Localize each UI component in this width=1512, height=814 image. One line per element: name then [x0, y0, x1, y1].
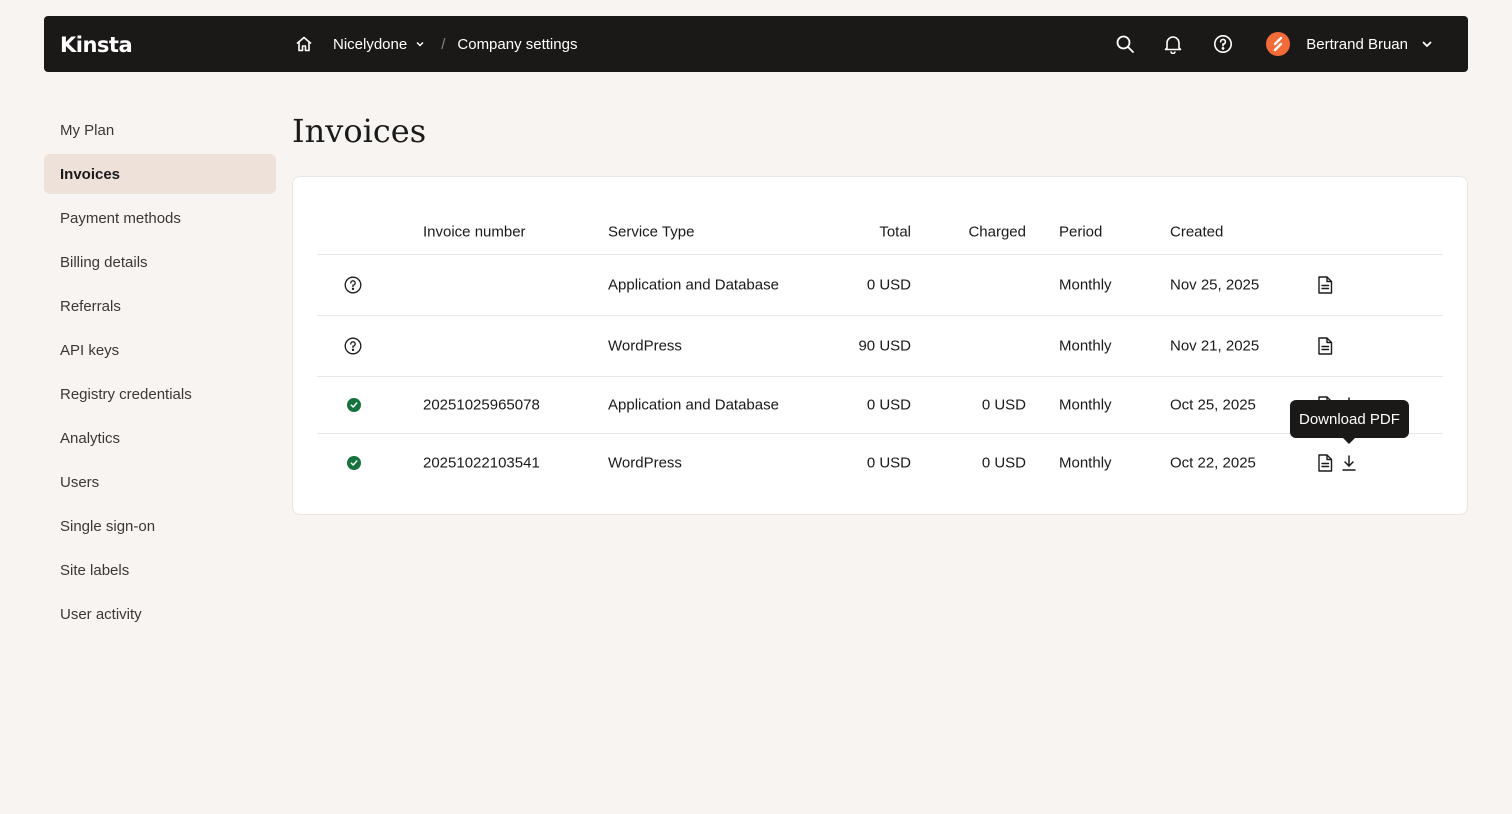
paid-check-icon	[347, 455, 361, 470]
column-header-invoice-number: Invoice number	[423, 223, 526, 240]
table-header: Invoice number Service Type Total Charge…	[317, 209, 1443, 255]
column-header-charged: Charged	[968, 223, 1026, 240]
sidebar-item-api-keys[interactable]: API keys	[44, 330, 276, 370]
invoice-total: 0 USD	[866, 276, 911, 294]
invoices-card: Invoice number Service Type Total Charge…	[292, 176, 1468, 515]
invoice-created: Oct 22, 2025	[1170, 454, 1256, 471]
invoice-period: Monthly	[1059, 396, 1112, 414]
pending-status-icon[interactable]	[343, 336, 363, 356]
chevron-down-icon	[415, 39, 425, 49]
user-name[interactable]: Bertrand Bruan	[1306, 36, 1408, 53]
invoice-period: Monthly	[1059, 337, 1112, 355]
table-row: Application and Database 0 USD Monthly N…	[317, 255, 1443, 316]
invoice-total: 0 USD	[866, 454, 911, 471]
invoice-created: Oct 25, 2025	[1170, 396, 1256, 414]
invoice-total: 0 USD	[866, 396, 911, 414]
breadcrumb: Nicelydone / Company settings	[294, 16, 577, 72]
sidebar-item-billing-details[interactable]: Billing details	[44, 242, 276, 282]
sidebar-item-invoices[interactable]: Invoices	[44, 154, 276, 194]
download-icon[interactable]	[1339, 453, 1359, 473]
column-header-total: Total	[879, 223, 911, 240]
invoice-charged: 0 USD	[981, 396, 1026, 414]
column-header-service-type: Service Type	[608, 223, 695, 240]
row-actions	[1315, 336, 1335, 356]
sidebar-item-referrals[interactable]: Referrals	[44, 286, 276, 326]
sidebar-item-single-sign-on[interactable]: Single sign-on	[44, 506, 276, 546]
sidebar-item-user-activity[interactable]: User activity	[44, 594, 276, 634]
company-switcher[interactable]: Nicelydone	[333, 36, 425, 53]
home-icon[interactable]	[294, 34, 314, 54]
topbar-actions: Bertrand Bruan	[1114, 16, 1468, 72]
bell-icon[interactable]	[1162, 33, 1184, 55]
table-row: WordPress 90 USD Monthly Nov 21, 2025	[317, 316, 1443, 377]
sidebar-item-analytics[interactable]: Analytics	[44, 418, 276, 458]
help-icon[interactable]	[1212, 33, 1234, 55]
invoice-created: Nov 21, 2025	[1170, 337, 1260, 355]
service-type: Application and Database	[608, 276, 779, 294]
page-title: Invoices	[292, 112, 427, 150]
search-icon[interactable]	[1114, 33, 1136, 55]
service-type: WordPress	[608, 454, 682, 471]
pending-status-icon[interactable]	[343, 275, 363, 295]
view-invoice-icon[interactable]	[1315, 453, 1335, 473]
invoice-period: Monthly	[1059, 454, 1112, 471]
sidebar-item-my-plan[interactable]: My Plan	[44, 110, 276, 150]
download-pdf-tooltip: Download PDF	[1290, 400, 1409, 438]
invoice-total: 90 USD	[858, 337, 911, 355]
paid-check-icon	[347, 398, 361, 412]
sidebar-item-registry-credentials[interactable]: Registry credentials	[44, 374, 276, 414]
company-name: Nicelydone	[333, 35, 408, 53]
sidebar-item-users[interactable]: Users	[44, 462, 276, 502]
sidebar-item-site-labels[interactable]: Site labels	[44, 550, 276, 590]
view-invoice-icon[interactable]	[1315, 336, 1335, 356]
service-type: WordPress	[608, 337, 682, 355]
invoice-number: 20251022103541	[423, 454, 540, 471]
kinsta-logo[interactable]: Kinsta	[60, 33, 133, 57]
top-navigation-bar: Kinsta Nicelydone / Company settings Ber…	[44, 16, 1468, 72]
breadcrumb-current-page[interactable]: Company settings	[457, 36, 577, 53]
row-actions	[1315, 275, 1335, 295]
table-row: 20251022103541 WordPress 0 USD 0 USD Mon…	[317, 434, 1443, 491]
invoice-charged: 0 USD	[981, 454, 1026, 471]
invoices-table: Invoice number Service Type Total Charge…	[317, 209, 1443, 491]
column-header-period: Period	[1059, 223, 1103, 240]
invoice-created: Nov 25, 2025	[1170, 276, 1260, 294]
column-header-created: Created	[1170, 223, 1224, 240]
chevron-down-icon[interactable]	[1420, 37, 1434, 51]
invoice-period: Monthly	[1059, 276, 1112, 294]
breadcrumb-separator: /	[441, 35, 446, 53]
invoice-number: 20251025965078	[423, 396, 540, 414]
avatar[interactable]	[1266, 32, 1291, 56]
table-row: 20251025965078 Application and Database …	[317, 377, 1443, 434]
row-actions	[1315, 453, 1359, 473]
service-type: Application and Database	[608, 396, 779, 414]
view-invoice-icon[interactable]	[1315, 275, 1335, 295]
settings-sidebar: My Plan Invoices Payment methods Billing…	[44, 110, 276, 638]
sidebar-item-payment-methods[interactable]: Payment methods	[44, 198, 276, 238]
